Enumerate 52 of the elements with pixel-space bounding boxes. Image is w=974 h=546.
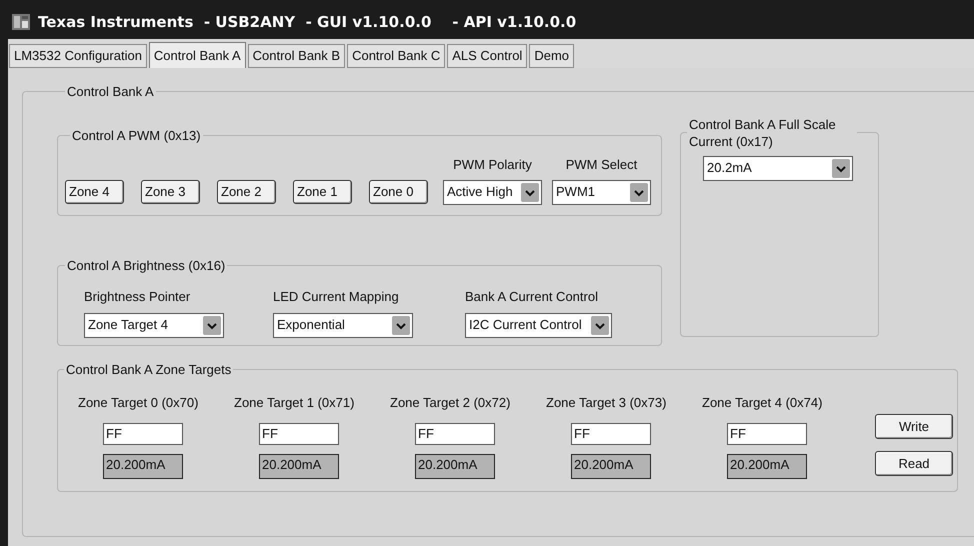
readout-field: 20.200mA: [103, 454, 183, 478]
input-field[interactable]: FF: [259, 422, 339, 444]
dropdown[interactable]: 20.2mA: [703, 156, 853, 180]
field-label: Zone Target 1 (0x71): [234, 394, 356, 412]
dropdown[interactable]: Exponential: [273, 312, 413, 338]
field-label: Bank A Current Control: [465, 288, 599, 306]
group-title: Control Bank A: [66, 83, 155, 101]
readout-field: 20.200mA: [571, 454, 651, 478]
input-field[interactable]: FF: [415, 422, 495, 444]
button[interactable]: Zone 1: [293, 180, 352, 204]
chevron-down-icon: [521, 182, 539, 202]
button[interactable]: Zone 2: [217, 180, 276, 204]
group-title: Control A PWM (0x13): [71, 126, 202, 145]
chevron-down-icon: [203, 316, 221, 334]
tab[interactable]: Control Bank A: [148, 42, 246, 68]
field-label: PWM Select: [566, 156, 638, 174]
group-title: Control Bank A Full Scale Current (0x17): [688, 116, 837, 150]
tab[interactable]: Control Bank C: [347, 44, 446, 68]
input-field[interactable]: FF: [103, 422, 183, 444]
dropdown[interactable]: Zone Target 4: [84, 312, 224, 338]
dropdown[interactable]: Active High: [443, 180, 542, 204]
field-label: Zone Target 3 (0x73): [546, 394, 668, 412]
button[interactable]: Zone 0: [369, 180, 428, 204]
field-label: Zone Target 4 (0x74): [702, 394, 824, 412]
window-title: Texas Instruments - USB2ANY - GUI v1.10.0.0 - API v1.10.0.0: [38, 12, 576, 33]
field-label: Brightness Pointer: [84, 288, 192, 306]
field-label: Zone Target 2 (0x72): [390, 394, 512, 412]
app-icon: [12, 14, 30, 30]
dropdown[interactable]: PWM1: [552, 180, 651, 204]
field-label: Zone Target 0 (0x70): [78, 394, 200, 412]
chevron-down-icon: [832, 158, 850, 178]
tab[interactable]: LM3532 Configuration: [9, 44, 147, 68]
tab[interactable]: ALS Control: [447, 44, 528, 68]
button[interactable]: Write: [875, 414, 953, 439]
group-title: Control Bank A Zone Targets: [65, 360, 232, 379]
readout-field: 20.200mA: [727, 454, 807, 478]
input-field[interactable]: FF: [571, 422, 651, 444]
group-title: Control A Brightness (0x16): [66, 256, 226, 275]
chevron-down-icon: [591, 316, 609, 334]
button[interactable]: Zone 3: [141, 180, 200, 204]
dropdown[interactable]: I2C Current Control: [465, 312, 612, 338]
tab[interactable]: Control Bank B: [248, 44, 346, 68]
readout-field: 20.200mA: [415, 454, 495, 478]
readout-field: 20.200mA: [259, 454, 339, 478]
input-field[interactable]: FF: [727, 422, 807, 444]
chevron-down-icon: [392, 316, 410, 334]
field-label: LED Current Mapping: [273, 288, 400, 306]
tab[interactable]: Demo: [529, 44, 574, 68]
field-label: PWM Polarity: [453, 156, 532, 174]
button[interactable]: Zone 4: [65, 180, 124, 204]
chevron-down-icon: [630, 182, 648, 202]
button[interactable]: Read: [875, 451, 953, 476]
